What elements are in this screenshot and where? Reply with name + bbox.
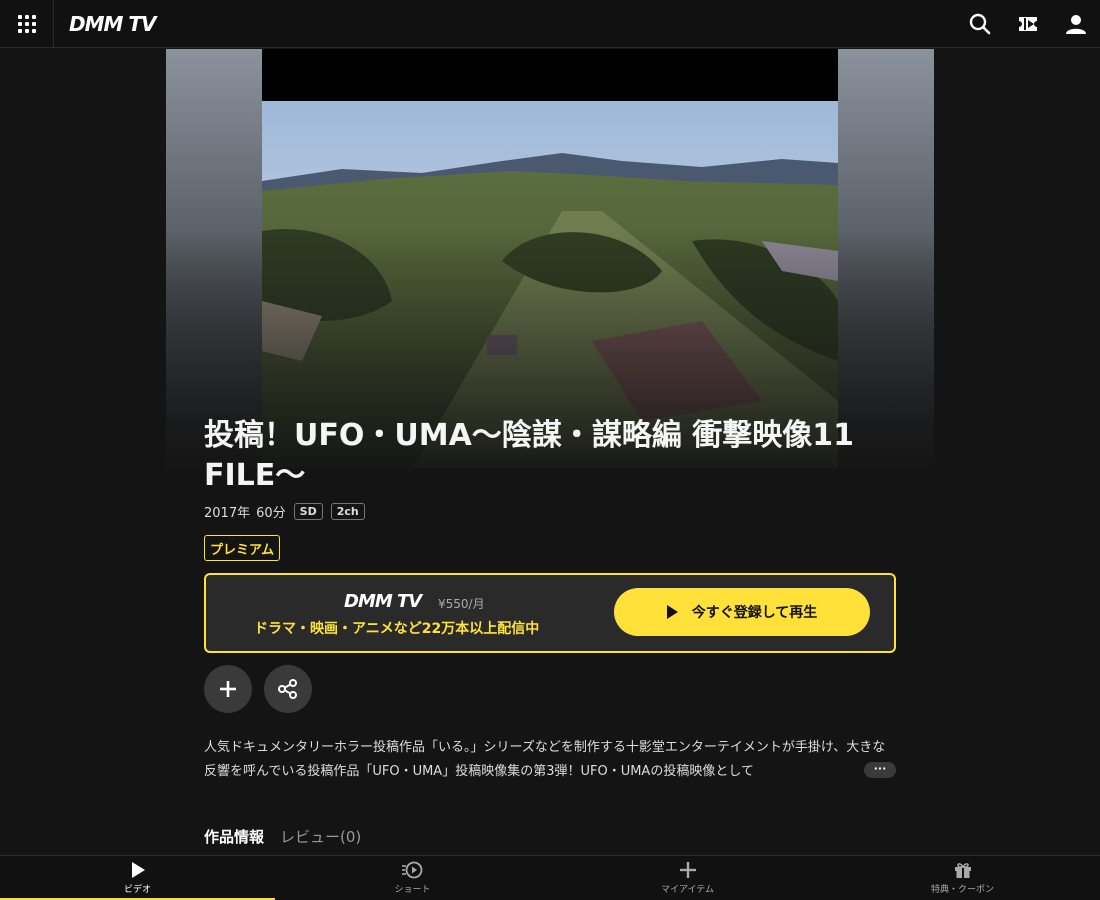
nav-video[interactable]: ビデオ xyxy=(0,856,275,900)
cta-price: ¥550/月 xyxy=(438,597,485,611)
apps-grid-icon xyxy=(17,15,36,33)
quality-badge: SD xyxy=(293,502,323,520)
user-icon xyxy=(1066,15,1086,34)
content-tabs: 作品情報 レビュー(0) xyxy=(204,826,896,847)
hero-thumbnail[interactable] xyxy=(166,49,934,469)
nav-video-label: ビデオ xyxy=(123,885,151,895)
dmm-tv-logo[interactable]: DMM TV xyxy=(69,12,156,36)
duration: 60分 xyxy=(256,505,286,521)
subscribe-play-button[interactable]: 今すぐ登録して再生 xyxy=(614,588,870,636)
nav-short[interactable]: ショート xyxy=(275,856,550,900)
description: 人気ドキュメンタリーホラー投稿作品「いる。」シリーズなどを制作する十影堂エンター… xyxy=(204,740,886,779)
ticket-button[interactable] xyxy=(1016,12,1040,36)
cta-dmm-tv-logo: DMM TV xyxy=(344,591,422,612)
plus-icon xyxy=(679,862,696,878)
subscribe-play-label: 今すぐ登録して再生 xyxy=(691,605,818,621)
page-title: 投稿！UFO・UMA～陰謀・謀略編 衝撃映像11 FILE～ xyxy=(204,418,854,493)
top-header: DMM TV xyxy=(0,0,1100,48)
tab-work-info[interactable]: 作品情報 xyxy=(204,826,264,847)
apps-grid-button[interactable] xyxy=(0,0,54,48)
share-button[interactable] xyxy=(264,665,312,713)
tab-reviews[interactable]: レビュー(0) xyxy=(280,826,361,847)
content-meta: 2017年 60分 SD 2ch xyxy=(204,500,896,522)
search-button[interactable] xyxy=(968,12,992,36)
account-button[interactable] xyxy=(1064,12,1088,36)
nav-my-items-label: マイアイテム xyxy=(660,885,715,895)
more-button[interactable]: ··· xyxy=(864,762,896,778)
share-icon xyxy=(278,679,297,699)
video-letterbox xyxy=(262,49,838,101)
release-year: 2017年 xyxy=(204,505,251,521)
premium-badge: プレミアム xyxy=(204,535,281,561)
gift-icon xyxy=(954,863,971,878)
short-play-icon xyxy=(401,861,422,879)
nav-my-items[interactable]: マイアイテム xyxy=(550,856,825,900)
nav-benefits-label: 特典・クーポン xyxy=(930,885,994,895)
plus-icon xyxy=(220,681,236,697)
subscribe-panel: DMM TV ¥550/月 ドラマ・映画・アニメなど22万本以上配信中 今すぐ登… xyxy=(204,573,896,653)
nav-benefits[interactable]: 特典・クーポン xyxy=(825,856,1100,900)
play-icon xyxy=(131,862,145,878)
ticket-icon xyxy=(1019,17,1037,31)
bottom-navigation: ビデオ ショート マイアイテム 特典・クーポン xyxy=(0,855,1100,900)
add-to-list-button[interactable] xyxy=(204,665,252,713)
audio-badge: 2ch xyxy=(330,502,365,520)
nav-short-label: ショート xyxy=(394,885,431,895)
search-icon xyxy=(969,13,991,35)
cta-subtitle: ドラマ・映画・アニメなど22万本以上配信中 xyxy=(254,621,540,637)
play-icon xyxy=(666,605,678,619)
